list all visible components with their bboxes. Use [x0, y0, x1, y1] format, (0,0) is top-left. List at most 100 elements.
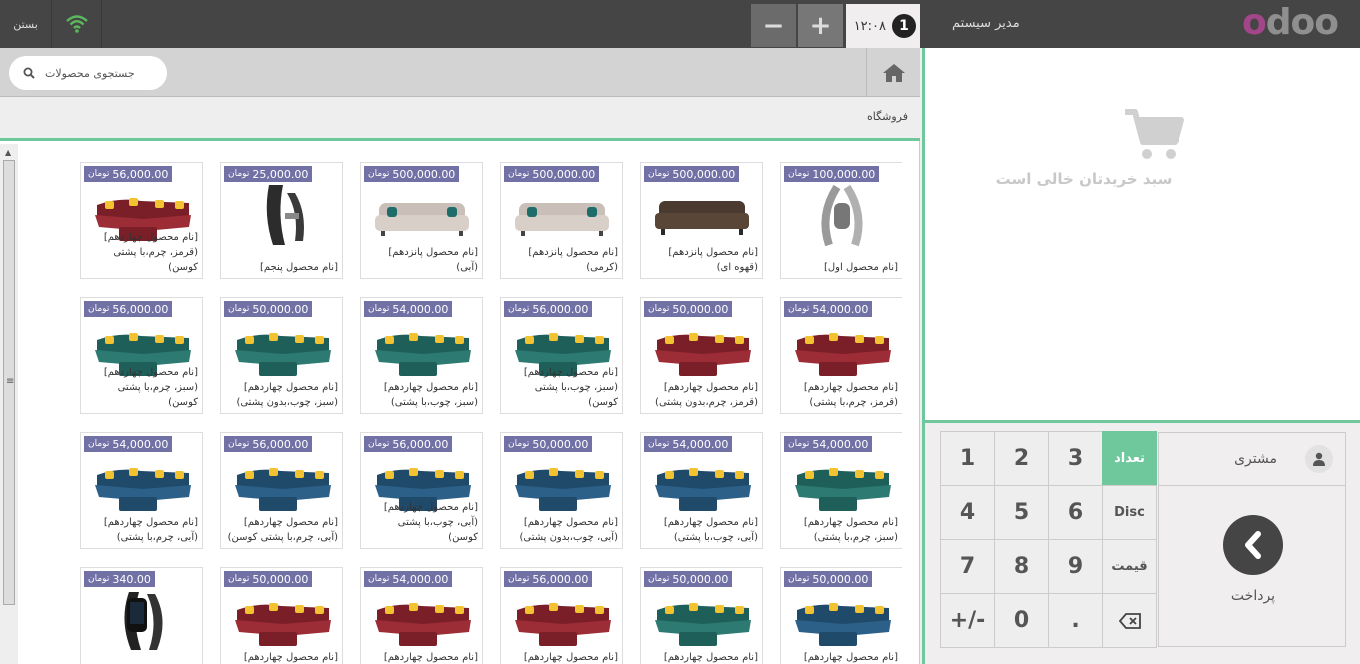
product-name: [نام محصول چهاردهم] (آبی،: [803, 652, 898, 663]
customer-button[interactable]: مشتری: [1158, 432, 1346, 486]
price-currency: تومان: [508, 169, 530, 179]
price-tag: تومان 50,000.00: [504, 436, 593, 452]
control-panel: 1 2 3 تعداد 4 5 6 Disc 7 8 9 قیمت +/- 0 …: [925, 420, 1360, 664]
product-card[interactable]: تومان340.00[نام محصول: [80, 567, 203, 664]
numpad-key-dot[interactable]: .: [1048, 593, 1103, 648]
product-card[interactable]: تومان50,000.00 [نام محصول چهاردهم] (قرمز،: [220, 567, 343, 664]
remove-order-button[interactable]: −: [751, 4, 796, 47]
product-card[interactable]: تومان56,000.00 [نام محصول چهاردهم] (قرمز،: [500, 567, 623, 664]
product-card[interactable]: تومان 54,000.00 [نام محصول چهاردهم] (آبی، …: [640, 432, 763, 549]
home-button[interactable]: [866, 48, 920, 97]
product-card[interactable]: تومان 50,000.00 [نام محصول چهاردهم] (آبی، …: [500, 432, 623, 549]
breadcrumb-item-shop[interactable]: فروشگاه: [867, 110, 908, 123]
product-image: [369, 588, 475, 653]
add-order-button[interactable]: +: [798, 4, 843, 47]
price-currency: تومان: [508, 574, 530, 584]
close-button[interactable]: بستن: [0, 0, 52, 48]
scrollbar[interactable]: ▲ ≡: [0, 144, 18, 664]
wifi-icon: [52, 0, 102, 48]
price-currency: تومان: [508, 304, 530, 314]
payment-button[interactable]: پرداخت: [1158, 485, 1346, 647]
product-name: [نام محصول پانزدهم] (قهوه ای): [668, 247, 758, 273]
numpad-key-7[interactable]: 7: [940, 539, 995, 594]
price-currency: تومان: [88, 169, 110, 179]
product-grid: تومان 100,000.00 [نام محصول اول] تومان 500,0…: [78, 162, 902, 664]
product-card[interactable]: تومان54,000.00 [نام محصول چهاردهم] (قرمز،: [360, 567, 483, 664]
price-value: 56,000.00: [252, 437, 309, 451]
price-currency: تومان: [788, 574, 810, 584]
product-card[interactable]: تومان 500,000.00 [نام محصول پانزدهم] (کرمی…: [500, 162, 623, 279]
mode-quantity-button[interactable]: تعداد: [1102, 431, 1157, 486]
numpad-key-5[interactable]: 5: [994, 485, 1049, 540]
product-card[interactable]: تومان 54,000.00 [نام محصول چهاردهم] (سبز، …: [780, 432, 902, 549]
price-value: 50,000.00: [532, 437, 589, 451]
product-card[interactable]: تومان 54,000.00 [نام محصول چهاردهم] (قرمز،…: [780, 297, 902, 414]
backspace-button[interactable]: [1102, 593, 1157, 648]
mode-discount-button[interactable]: Disc: [1102, 485, 1157, 540]
price-value: 56,000.00: [392, 437, 449, 451]
search-box[interactable]: جستجوی محصولات: [9, 56, 167, 90]
product-image: [649, 183, 755, 248]
price-tag: تومان 54,000.00: [784, 301, 873, 317]
numpad: 1 2 3 تعداد 4 5 6 Disc 7 8 9 قیمت +/- 0 …: [940, 431, 1157, 648]
search-input[interactable]: جستجوی محصولات: [45, 67, 135, 80]
user-icon: [1305, 445, 1333, 473]
product-name: [نام محصول چهاردهم] (قرمز، چرم،بدون پشتی…: [655, 382, 758, 408]
price-tag: تومان 100,000.00: [784, 166, 880, 182]
price-currency: تومان: [648, 574, 670, 584]
price-tag: تومان 50,000.00: [644, 571, 733, 587]
search-icon: [23, 67, 35, 79]
scroll-thumb[interactable]: ≡: [3, 160, 15, 605]
numpad-key-6[interactable]: 6: [1048, 485, 1103, 540]
chevron-left-icon: [1223, 515, 1283, 575]
product-image: [89, 453, 195, 518]
price-tag: تومان 54,000.00: [84, 436, 173, 452]
numpad-key-4[interactable]: 4: [940, 485, 995, 540]
price-currency: تومان: [228, 304, 250, 314]
numpad-key-0[interactable]: 0: [994, 593, 1049, 648]
product-card[interactable]: تومان 50,000.00 [نام محصول چهاردهم] (قرمز،…: [640, 297, 763, 414]
product-card[interactable]: تومان 50,000.00 [نام محصول چهاردهم] (سبز، …: [220, 297, 343, 414]
price-tag: تومان 54,000.00: [364, 301, 453, 317]
order-tab[interactable]: ۱۲:۰۸ 1: [846, 4, 920, 48]
product-card[interactable]: تومان 56,000.00 [نام محصول چهاردهم] (قرمز،…: [80, 162, 203, 279]
product-card[interactable]: تومان 56,000.00 [نام محصول چهاردهم] (سبز، …: [80, 297, 203, 414]
product-image: [649, 588, 755, 653]
product-name: [نام محصول چهاردهم] (سبز، چرم،با پشتی): [803, 517, 898, 543]
price-currency: تومان: [648, 439, 670, 449]
price-currency: تومان: [368, 169, 390, 179]
numpad-key-3[interactable]: 3: [1048, 431, 1103, 486]
product-card[interactable]: تومان 56,000.00 [نام محصول چهاردهم] (آبی، …: [220, 432, 343, 549]
product-card[interactable]: تومان 54,000.00 [نام محصول چهاردهم] (آبی، …: [80, 432, 203, 549]
mode-price-button[interactable]: قیمت: [1102, 539, 1157, 594]
product-card[interactable]: تومان 56,000.00 [نام محصول چهاردهم] (سبز، …: [500, 297, 623, 414]
search-bar: جستجوی محصولات: [0, 48, 920, 97]
product-card[interactable]: تومان 500,000.00 [نام محصول پانزدهم] (قهوه…: [640, 162, 763, 279]
product-name: [نام محصول اول]: [824, 262, 898, 273]
price-value: 56,000.00: [112, 302, 169, 316]
numpad-key-9[interactable]: 9: [1048, 539, 1103, 594]
product-name: [نام محصول چهاردهم] (سبز، چوب،بدون پشتی): [236, 382, 338, 408]
product-card[interactable]: تومان50,000.00 [نام محصول چهاردهم] (آبی،: [780, 567, 902, 664]
product-card[interactable]: تومان50,000.00 [نام محصول چهاردهم] (سبز،: [640, 567, 763, 664]
product-card[interactable]: تومان 100,000.00 [نام محصول اول]: [780, 162, 902, 279]
product-name: [نام محصول چهاردهم] (قرمز،: [523, 652, 618, 663]
product-name: [نام محصول چهاردهم] (آبی، چرم،با پشتی کو…: [227, 517, 338, 543]
scroll-up-icon[interactable]: ▲: [5, 148, 11, 157]
product-card[interactable]: تومان 56,000.00 [نام محصول چهاردهم] (آبی، …: [360, 432, 483, 549]
numpad-key-1[interactable]: 1: [940, 431, 995, 486]
price-currency: تومان: [788, 304, 810, 314]
product-card[interactable]: تومان 54,000.00 [نام محصول چهاردهم] (سبز، …: [360, 297, 483, 414]
product-image: [509, 183, 615, 248]
product-name: [نام محصول پانزدهم] (آبی): [388, 247, 478, 273]
product-card[interactable]: تومان 25,000.00 [نام محصول پنجم]: [220, 162, 343, 279]
order-number-badge: 1: [892, 14, 916, 38]
price-value: 54,000.00: [812, 302, 869, 316]
price-currency: تومان: [648, 169, 670, 179]
numpad-key-2[interactable]: 2: [994, 431, 1049, 486]
product-card[interactable]: تومان 500,000.00 [نام محصول پانزدهم] (آبی): [360, 162, 483, 279]
price-value: 50,000.00: [252, 302, 309, 316]
numpad-key-sign[interactable]: +/-: [940, 593, 995, 648]
price-value: 500,000.00: [532, 167, 596, 181]
numpad-key-8[interactable]: 8: [994, 539, 1049, 594]
